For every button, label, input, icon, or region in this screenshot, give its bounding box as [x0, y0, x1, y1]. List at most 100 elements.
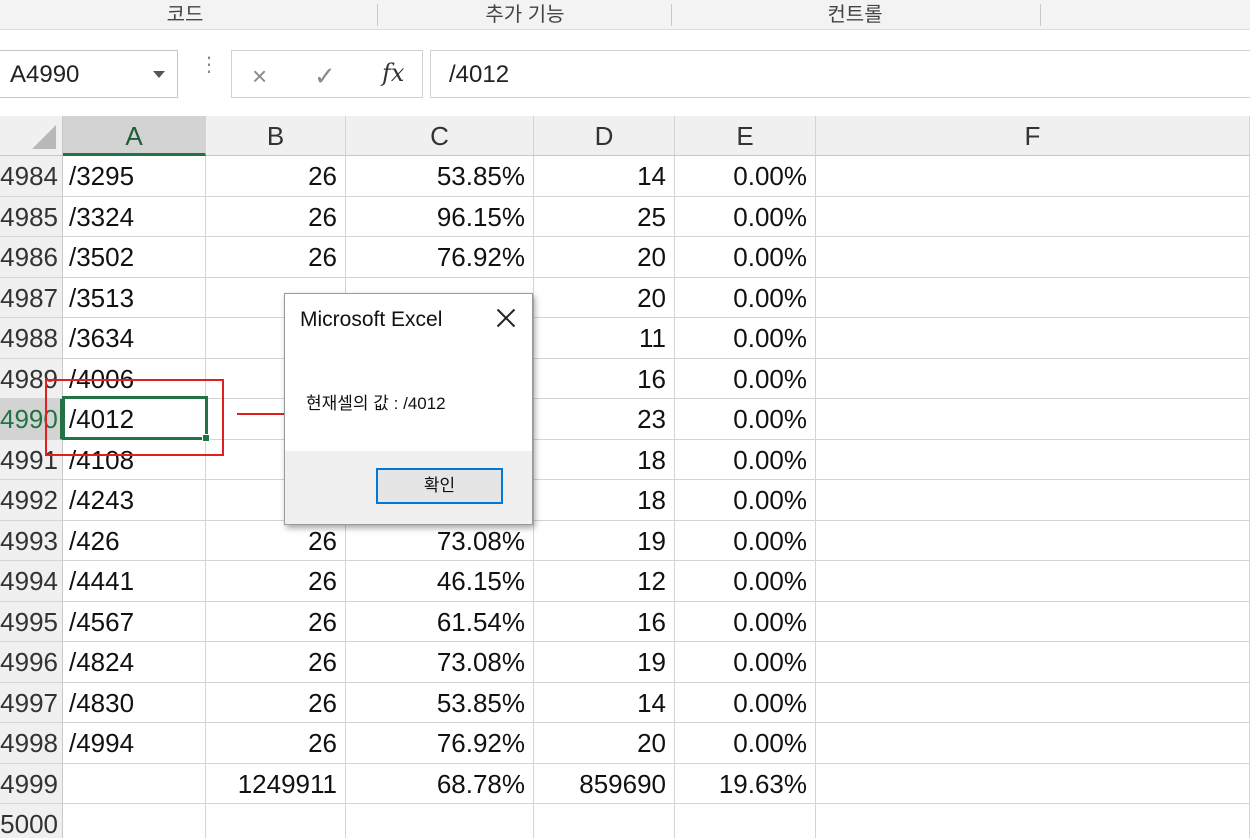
cell-b[interactable]: 26: [206, 642, 346, 683]
cell-d[interactable]: 19: [534, 642, 675, 683]
cell-f[interactable]: [816, 520, 1250, 561]
cell-f[interactable]: [816, 439, 1250, 480]
cell-e[interactable]: 0.00%: [675, 358, 816, 399]
cell-c[interactable]: 46.15%: [346, 561, 534, 602]
cell-e[interactable]: 0.00%: [675, 277, 816, 318]
enter-check-icon[interactable]: ✓: [314, 61, 336, 92]
cell-d[interactable]: 12: [534, 561, 675, 602]
cell-a[interactable]: [63, 763, 206, 804]
cell-d[interactable]: 20: [534, 723, 675, 764]
column-header-d[interactable]: D: [534, 116, 675, 156]
row-header[interactable]: 4985: [0, 196, 63, 237]
cell-c[interactable]: 76.92%: [346, 723, 534, 764]
cell-f[interactable]: [816, 763, 1250, 804]
cell-f[interactable]: [816, 399, 1250, 440]
row-header[interactable]: 4993: [0, 520, 63, 561]
cell-e[interactable]: 0.00%: [675, 399, 816, 440]
cell-c[interactable]: 73.08%: [346, 642, 534, 683]
cell-f[interactable]: [816, 318, 1250, 359]
cell-e[interactable]: 0.00%: [675, 196, 816, 237]
select-all-button[interactable]: [0, 116, 63, 156]
cell-d[interactable]: 20: [534, 237, 675, 278]
formula-input[interactable]: /4012: [430, 50, 1250, 98]
cell-a[interactable]: /3502: [63, 237, 206, 278]
row-header[interactable]: 4995: [0, 601, 63, 642]
cell-c[interactable]: 73.08%: [346, 520, 534, 561]
cell-e[interactable]: 19.63%: [675, 763, 816, 804]
cell-c[interactable]: 53.85%: [346, 682, 534, 723]
row-header[interactable]: 4988: [0, 318, 63, 359]
cell-a[interactable]: /426: [63, 520, 206, 561]
cell-d[interactable]: 16: [534, 358, 675, 399]
column-header-a[interactable]: A: [63, 116, 206, 156]
cell-e[interactable]: 0.00%: [675, 520, 816, 561]
cell-f[interactable]: [816, 723, 1250, 764]
cell-f[interactable]: [816, 682, 1250, 723]
cell-b[interactable]: 26: [206, 520, 346, 561]
row-header[interactable]: 4994: [0, 561, 63, 602]
cell-e[interactable]: 0.00%: [675, 439, 816, 480]
cell-f[interactable]: [816, 156, 1250, 197]
cell-d[interactable]: 14: [534, 682, 675, 723]
cell-e[interactable]: 0.00%: [675, 723, 816, 764]
row-header[interactable]: 4997: [0, 682, 63, 723]
cell-a[interactable]: /4567: [63, 601, 206, 642]
cell-e[interactable]: 0.00%: [675, 156, 816, 197]
close-icon[interactable]: [492, 304, 520, 332]
cell-d[interactable]: 14: [534, 156, 675, 197]
cell-b[interactable]: [206, 804, 346, 838]
column-header-f[interactable]: F: [816, 116, 1250, 156]
cell-b[interactable]: 26: [206, 682, 346, 723]
column-header-e[interactable]: E: [675, 116, 816, 156]
cell-c[interactable]: 96.15%: [346, 196, 534, 237]
cell-a[interactable]: /3513: [63, 277, 206, 318]
cell-d[interactable]: 859690: [534, 763, 675, 804]
cell-f[interactable]: [816, 804, 1250, 838]
row-header[interactable]: 5000: [0, 804, 63, 838]
cell-e[interactable]: 0.00%: [675, 480, 816, 521]
formula-bar-resize-handle[interactable]: ⋮: [199, 55, 219, 75]
cell-a[interactable]: /3324: [63, 196, 206, 237]
cell-d[interactable]: 23: [534, 399, 675, 440]
cell-a[interactable]: /4824: [63, 642, 206, 683]
cell-a[interactable]: /4243: [63, 480, 206, 521]
cell-b[interactable]: 26: [206, 237, 346, 278]
cell-a[interactable]: /3634: [63, 318, 206, 359]
cell-e[interactable]: 0.00%: [675, 237, 816, 278]
cell-a[interactable]: /4441: [63, 561, 206, 602]
cell-c[interactable]: [346, 804, 534, 838]
cell-b[interactable]: 26: [206, 561, 346, 602]
cell-d[interactable]: 18: [534, 480, 675, 521]
row-header[interactable]: 4999: [0, 763, 63, 804]
row-header[interactable]: 4986: [0, 237, 63, 278]
cell-e[interactable]: 0.00%: [675, 561, 816, 602]
cell-d[interactable]: 18: [534, 439, 675, 480]
cell-a[interactable]: /4830: [63, 682, 206, 723]
cell-e[interactable]: 0.00%: [675, 601, 816, 642]
cell-a[interactable]: /3295: [63, 156, 206, 197]
cell-c[interactable]: 53.85%: [346, 156, 534, 197]
cell-b[interactable]: 26: [206, 601, 346, 642]
row-header[interactable]: 4984: [0, 156, 63, 197]
cell-f[interactable]: [816, 601, 1250, 642]
ok-button[interactable]: 확인: [376, 468, 503, 504]
row-header[interactable]: 4987: [0, 277, 63, 318]
column-header-b[interactable]: B: [206, 116, 346, 156]
cell-a[interactable]: /4994: [63, 723, 206, 764]
cell-c[interactable]: 76.92%: [346, 237, 534, 278]
cancel-icon[interactable]: ×: [252, 61, 267, 92]
cell-f[interactable]: [816, 196, 1250, 237]
row-header[interactable]: 4996: [0, 642, 63, 683]
cell-a[interactable]: [63, 804, 206, 838]
cell-d[interactable]: [534, 804, 675, 838]
cell-f[interactable]: [816, 480, 1250, 521]
insert-function-icon[interactable]: fx: [382, 59, 404, 87]
cell-d[interactable]: 19: [534, 520, 675, 561]
cell-b[interactable]: 26: [206, 196, 346, 237]
cell-f[interactable]: [816, 237, 1250, 278]
cell-b[interactable]: 1249911: [206, 763, 346, 804]
cell-c[interactable]: 68.78%: [346, 763, 534, 804]
chevron-down-icon[interactable]: [153, 71, 165, 78]
cell-d[interactable]: 16: [534, 601, 675, 642]
cell-f[interactable]: [816, 561, 1250, 602]
